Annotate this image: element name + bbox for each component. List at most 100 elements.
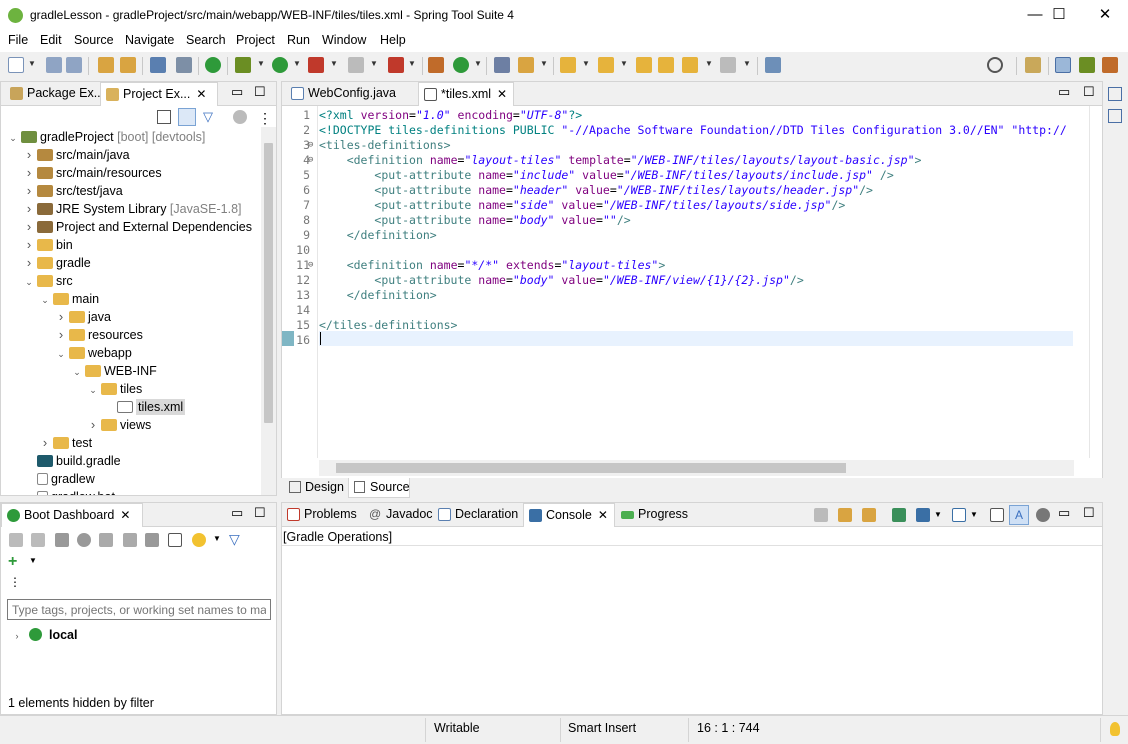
copy-icon[interactable] (990, 508, 1004, 522)
tree-item[interactable]: tiles.xml (103, 398, 186, 416)
last-edit-icon[interactable] (636, 57, 652, 73)
tab-javadoc[interactable]: @ Javadoc (364, 503, 433, 527)
tree-item[interactable]: › src/main/java (23, 146, 130, 164)
external-tools-icon[interactable] (388, 57, 404, 73)
tree-item[interactable]: › Project and External Dependencies (23, 218, 252, 236)
tab-boot-dashboard[interactable]: Boot Dashboard ✕ (1, 503, 143, 527)
open-type-icon[interactable] (120, 57, 136, 73)
chevron-right-icon[interactable]: › (23, 146, 35, 164)
back-dropdown-icon[interactable]: ▼ (705, 60, 713, 70)
debug-icon[interactable] (235, 57, 251, 73)
debug-dropdown-icon[interactable]: ▼ (257, 60, 265, 70)
stop-boot-icon[interactable] (55, 533, 69, 547)
chevron-down-icon[interactable]: ⌄ (71, 363, 83, 381)
settings-icon[interactable] (1036, 508, 1050, 522)
edit-icon[interactable] (145, 533, 159, 547)
fold-icon[interactable]: ⊖ (308, 153, 313, 168)
open-console-dropdown-icon[interactable]: ▼ (970, 510, 978, 519)
next-annotation-icon[interactable] (560, 57, 576, 73)
close-tab-icon[interactable]: ✕ (196, 87, 206, 101)
display-console-dropdown-icon[interactable]: ▼ (934, 510, 942, 519)
chevron-right-icon[interactable]: › (87, 416, 99, 434)
start-icon[interactable] (9, 533, 23, 547)
console-hscrollbar[interactable] (282, 701, 1102, 714)
code-line[interactable]: 8 <put-attribute name="body" value=""/> (282, 213, 1072, 228)
tab-declaration[interactable]: Declaration (433, 503, 518, 527)
next-annotation-dropdown-icon[interactable]: ▼ (582, 60, 590, 70)
search-icon[interactable] (987, 57, 1003, 73)
chevron-right-icon[interactable]: › (55, 326, 67, 344)
fold-icon[interactable]: ⊖ (308, 138, 313, 153)
chevron-down-icon[interactable]: ⌄ (87, 381, 99, 399)
editor-hscroll-thumb[interactable] (336, 463, 846, 473)
tree-item[interactable]: › JRE System Library [JavaSE-1.8] (23, 200, 242, 218)
tab-design[interactable]: Design (285, 478, 344, 498)
open-browser-icon[interactable] (77, 533, 91, 547)
tree-item[interactable]: ⌄ WEB-INF (71, 362, 157, 380)
stop-icon[interactable] (348, 57, 364, 73)
minimize-view-icon[interactable]: ▭ (231, 84, 243, 100)
close-button[interactable]: ✕ (1082, 0, 1128, 30)
editor-vscrollbar[interactable] (1074, 106, 1086, 458)
maximize-view-icon[interactable]: ☐ (254, 505, 266, 521)
explorer-scrollbar[interactable] (261, 127, 276, 495)
run-icon[interactable] (272, 57, 288, 73)
clear-console-icon[interactable] (814, 508, 828, 522)
tree-item[interactable]: build.gradle (23, 452, 121, 470)
tree-item[interactable]: › test (39, 434, 92, 452)
menu-window[interactable]: Window (322, 33, 366, 47)
menu-run[interactable]: Run (287, 33, 310, 47)
code-line[interactable]: 6 <put-attribute name="header" value="/W… (282, 183, 1072, 198)
chevron-down-icon[interactable]: ⌄ (39, 291, 51, 309)
tree-item[interactable]: ⌄ main (39, 290, 99, 308)
filter-icon[interactable]: ▽ (203, 109, 213, 125)
forward-edit-icon[interactable] (658, 57, 674, 73)
coverage-dropdown-icon[interactable]: ▼ (330, 60, 338, 70)
pen-icon[interactable] (518, 57, 534, 73)
debug-boot-icon[interactable] (31, 533, 45, 547)
code-line[interactable]: 4 ⊖ <definition name="layout-tiles" templ… (282, 153, 1072, 168)
editor-hscrollbar[interactable] (319, 460, 1074, 476)
code-line[interactable]: 1 <?xml version="1.0" encoding="UTF-8"?> (282, 108, 1072, 123)
tree-item[interactable]: › gradle (23, 254, 91, 272)
menu-project[interactable]: Project (236, 33, 275, 47)
minimize-view-icon[interactable]: ▭ (1058, 505, 1070, 521)
menu-navigate[interactable]: Navigate (125, 33, 174, 47)
coverage-icon[interactable] (308, 57, 324, 73)
code-line[interactable]: 14 (282, 303, 1072, 318)
maximize-button[interactable]: ☐ (1036, 0, 1082, 30)
chevron-down-icon[interactable]: ⌄ (23, 273, 35, 291)
pin-console-icon[interactable] (892, 508, 906, 522)
lightbulb-dropdown-icon[interactable]: ▼ (213, 534, 221, 543)
tab-tiles-xml[interactable]: *tiles.xml ✕ (418, 82, 514, 106)
search-tool-icon[interactable] (176, 57, 192, 73)
debug-perspective-icon[interactable] (1079, 57, 1095, 73)
more-icon[interactable]: ⋮ (9, 575, 21, 589)
link-icon[interactable] (123, 533, 137, 547)
code-line[interactable]: 5 <put-attribute name="include" value="/… (282, 168, 1072, 183)
new-icon[interactable] (8, 57, 24, 73)
prev-annotation-icon[interactable] (598, 57, 614, 73)
chevron-right-icon[interactable]: › (55, 308, 67, 326)
spring-boot-icon[interactable] (205, 57, 221, 73)
stop-dropdown-icon[interactable]: ▼ (370, 60, 378, 70)
word-wrap-icon[interactable] (862, 508, 876, 522)
tree-item[interactable]: gradlew (23, 470, 95, 488)
code-line[interactable]: 10 (282, 243, 1072, 258)
close-tab-icon[interactable]: ✕ (598, 508, 608, 522)
chevron-right-icon[interactable]: › (23, 236, 35, 254)
tree-item[interactable]: ⌄ webapp (55, 344, 132, 362)
maximize-view-icon[interactable]: ☐ (1083, 505, 1095, 521)
tab-console[interactable]: Console ✕ (523, 503, 615, 527)
outline-icon[interactable] (1108, 87, 1122, 101)
chevron-down-icon[interactable]: ⌄ (55, 345, 67, 363)
forward-dropdown-icon[interactable]: ▼ (743, 60, 751, 70)
new-dropdown-icon[interactable]: ▼ (28, 60, 36, 70)
maximize-view-icon[interactable]: ☐ (254, 84, 266, 100)
code-line[interactable]: 12 <put-attribute name="body" value="/WE… (282, 273, 1072, 288)
lightbulb-icon[interactable] (192, 533, 206, 547)
open-task-icon[interactable] (494, 57, 510, 73)
chevron-right-icon[interactable]: › (23, 182, 35, 200)
code-line[interactable]: 9 </definition> (282, 228, 1072, 243)
add-dropdown-icon[interactable]: ▼ (29, 556, 37, 565)
